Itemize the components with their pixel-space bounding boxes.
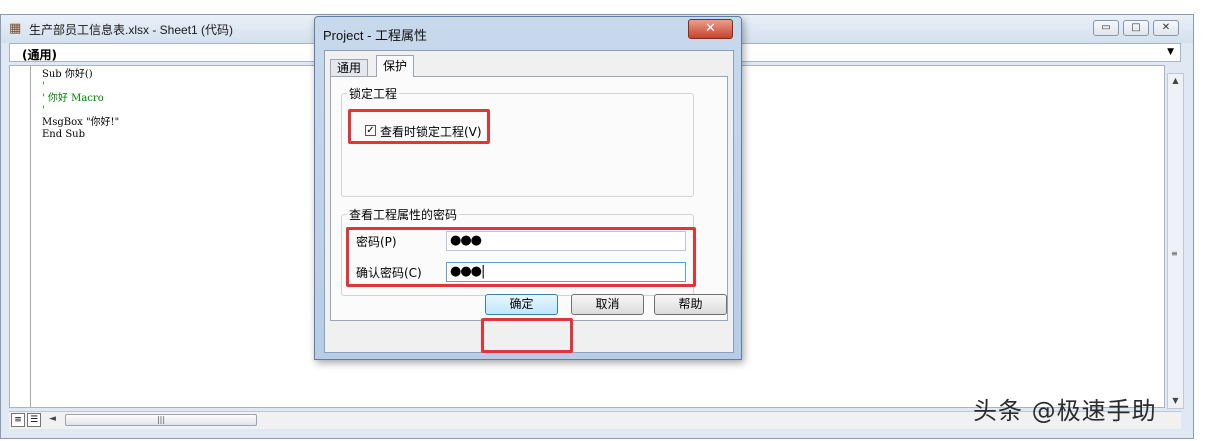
vba-module-icon: ▦ [9,21,22,36]
dialog-title: Project - 工程属性 [323,28,428,43]
ok-button[interactable]: 确定 [485,294,558,315]
highlight-lock-checkbox [348,109,490,144]
tab-protection[interactable]: 保护 [376,55,415,77]
vertical-scrollbar[interactable]: ▲ ≡ ▼ [1167,73,1184,409]
code-line: Sub 你好() [42,69,93,80]
scroll-left-icon[interactable]: ◄ [49,414,56,424]
close-button[interactable]: ✕ [1153,20,1179,36]
scroll-grip-icon[interactable]: ≡ [1171,249,1178,258]
code-line: End Sub [42,129,86,140]
code-line: ' [42,105,45,116]
code-line: ' 你好 Macro [42,93,104,104]
scroll-thumb[interactable]: ||| [65,414,257,426]
scroll-up-icon[interactable]: ▲ [1168,74,1183,88]
procedure-view-icon[interactable]: ≡ [11,413,25,427]
help-button[interactable]: 帮助 [654,294,727,315]
code-window-title: 生产部员工信息表.xlsx - Sheet1 (代码) [29,23,234,37]
minimize-button[interactable]: ▭ [1093,20,1119,36]
lock-group-title: 锁定工程 [347,85,400,102]
code-gutter [10,66,31,407]
object-dropdown-value: (通用) [22,48,57,62]
password-group-title: 查看工程属性的密码 [347,206,460,223]
code-line: ' [42,81,45,92]
dialog-close-button[interactable]: ✕ [688,19,733,39]
highlight-ok-button [481,318,573,353]
module-view-icon[interactable]: ☰ [27,413,41,427]
scroll-down-icon[interactable]: ▼ [1168,394,1183,408]
code-line: MsgBox "你好!" [42,117,120,128]
cancel-button[interactable]: 取消 [571,294,644,315]
watermark: 头条 @极速手助 [973,397,1157,425]
highlight-password-fields [346,227,696,287]
chevron-down-icon[interactable]: ▼ [1167,47,1174,57]
tab-general[interactable]: 通用 [330,59,369,76]
maximize-button[interactable]: □ [1123,20,1149,36]
